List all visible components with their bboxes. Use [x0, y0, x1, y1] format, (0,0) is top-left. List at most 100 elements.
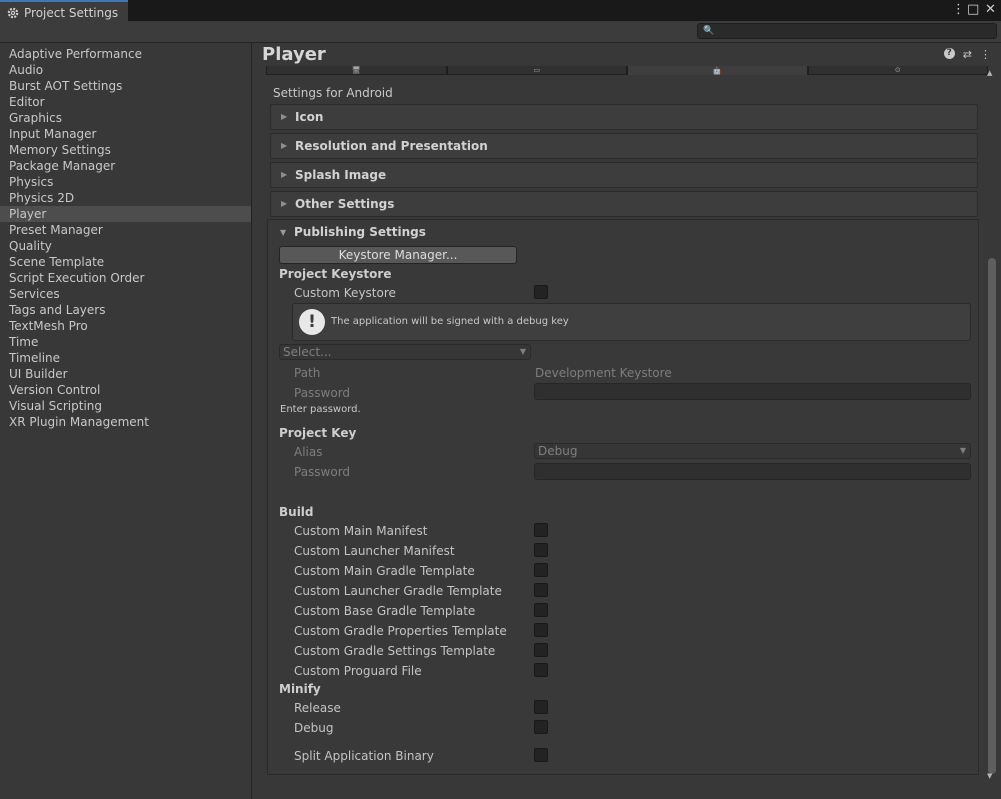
foldout-title: Resolution and Presentation [295, 139, 488, 153]
gear-icon [7, 7, 19, 19]
foldout-title: Icon [295, 110, 324, 124]
sidebar-item-input-manager[interactable]: Input Manager [0, 126, 251, 142]
window-menu-icon[interactable]: ⋮ [952, 2, 965, 18]
keystore-select-dropdown[interactable]: Select... ▼ [279, 344, 531, 360]
warning-icon: ! [299, 309, 325, 335]
sidebar-item-editor[interactable]: Editor [0, 94, 251, 110]
path-label: Path [294, 366, 321, 380]
build-option-label: Custom Launcher Gradle Template [294, 584, 502, 598]
sidebar-item-preset-manager[interactable]: Preset Manager [0, 222, 251, 238]
tab-webgl[interactable]: ▭ [446, 66, 627, 75]
tab-ios[interactable]: ⊙ [807, 66, 988, 75]
key-password-field[interactable] [534, 463, 971, 480]
tab-android[interactable]: 🤖 [627, 66, 808, 75]
custom-proguard-checkbox[interactable] [534, 663, 548, 677]
help-icon[interactable]: ? [943, 48, 955, 59]
foldout-publishing-settings[interactable]: ▼ Publishing Settings [270, 220, 976, 246]
sidebar-item-xr-plugin-management[interactable]: XR Plugin Management [0, 414, 251, 430]
split-binary-checkbox[interactable] [534, 748, 548, 762]
scroll-down-icon[interactable]: ▼ [987, 772, 992, 780]
help-box: ! The application will be signed with a … [292, 303, 971, 341]
alias-label: Alias [294, 445, 323, 459]
custom-keystore-label: Custom Keystore [294, 286, 396, 300]
sidebar-item-scene-template[interactable]: Scene Template [0, 254, 251, 270]
build-option-label: Custom Gradle Properties Template [294, 624, 507, 638]
sidebar-item-burst-aot-settings[interactable]: Burst AOT Settings [0, 78, 251, 94]
sidebar-item-ui-builder[interactable]: UI Builder [0, 366, 251, 382]
arrow-down-icon: ▼ [280, 228, 287, 237]
sidebar-item-time[interactable]: Time [0, 334, 251, 350]
sidebar-item-version-control[interactable]: Version Control [0, 382, 251, 398]
project-key-heading: Project Key [279, 426, 357, 440]
sidebar-item-visual-scripting[interactable]: Visual Scripting [0, 398, 251, 414]
foldout-icon[interactable]: ▶ Icon [270, 104, 978, 130]
sidebar-item-timeline[interactable]: Timeline [0, 350, 251, 366]
context-menu-icon[interactable]: ⋮ [980, 48, 991, 61]
sidebar-item-script-execution-order[interactable]: Script Execution Order [0, 270, 251, 286]
minify-release-checkbox[interactable] [534, 700, 548, 714]
foldout-other-settings[interactable]: ▶ Other Settings [270, 191, 978, 217]
custom-launcher-gradle-checkbox[interactable] [534, 583, 548, 597]
settings-sidebar: Adaptive Performance Audio Burst AOT Setti… [0, 43, 252, 799]
sidebar-list: Adaptive Performance Audio Burst AOT Setti… [0, 46, 251, 430]
foldout-title: Other Settings [295, 197, 395, 211]
scrollbar-thumb[interactable] [988, 258, 996, 774]
sidebar-item-adaptive-performance[interactable]: Adaptive Performance [0, 46, 251, 62]
dropdown-value: Select... [283, 345, 332, 359]
presets-icon[interactable]: ⇄ [963, 48, 972, 61]
build-heading: Build [279, 505, 314, 519]
close-icon[interactable]: ✕ [985, 2, 996, 18]
custom-keystore-checkbox[interactable] [534, 285, 548, 299]
window-tab[interactable]: Project Settings [0, 0, 128, 24]
foldout-resolution[interactable]: ▶ Resolution and Presentation [270, 133, 978, 159]
sidebar-item-player[interactable]: Player [0, 206, 251, 222]
minify-option-label: Debug [294, 721, 334, 735]
sidebar-item-textmesh-pro[interactable]: TextMesh Pro [0, 318, 251, 334]
help-message: The application will be signed with a de… [331, 316, 569, 327]
search-input[interactable]: 🔍 [697, 23, 997, 39]
scroll-up-icon[interactable]: ▲ [987, 69, 992, 77]
custom-launcher-manifest-checkbox[interactable] [534, 543, 548, 557]
arrow-right-icon: ▶ [281, 199, 288, 208]
keystore-password-field[interactable] [534, 383, 971, 400]
foldout-splash-image[interactable]: ▶ Splash Image [270, 162, 978, 188]
project-keystore-heading: Project Keystore [279, 267, 392, 281]
sidebar-item-package-manager[interactable]: Package Manager [0, 158, 251, 174]
page-title: Player [262, 44, 326, 65]
android-icon: 🤖 [712, 67, 722, 75]
sidebar-item-memory-settings[interactable]: Memory Settings [0, 142, 251, 158]
custom-main-manifest-checkbox[interactable] [534, 523, 548, 537]
vertical-scrollbar[interactable]: ▲ ▼ [985, 66, 999, 784]
keystore-manager-button[interactable]: Keystore Manager... [279, 246, 517, 264]
arrow-right-icon: ▶ [281, 170, 288, 179]
window-tab-title: Project Settings [24, 6, 119, 20]
build-option-label: Custom Main Manifest [294, 524, 428, 538]
chevron-down-icon: ▼ [959, 446, 966, 455]
arrow-right-icon: ▶ [281, 141, 288, 150]
sidebar-item-graphics[interactable]: Graphics [0, 110, 251, 126]
toolbar: 🔍 [0, 21, 1001, 43]
minify-debug-checkbox[interactable] [534, 720, 548, 734]
sidebar-item-services[interactable]: Services [0, 286, 251, 302]
key-password-label: Password [294, 465, 351, 479]
build-option-label: Custom Proguard File [294, 664, 422, 678]
maximize-icon[interactable]: □ [967, 2, 979, 18]
dropdown-value: Debug [538, 444, 578, 458]
sidebar-item-audio[interactable]: Audio [0, 62, 251, 78]
keystore-password-label: Password [294, 386, 351, 400]
sidebar-item-physics-2d[interactable]: Physics 2D [0, 190, 251, 206]
sidebar-item-physics[interactable]: Physics [0, 174, 251, 190]
window-titlebar [0, 0, 1001, 21]
tab-standalone[interactable]: 🖥 [266, 66, 447, 75]
custom-gradle-settings-checkbox[interactable] [534, 643, 548, 657]
sidebar-item-tags-and-layers[interactable]: Tags and Layers [0, 302, 251, 318]
custom-main-gradle-checkbox[interactable] [534, 563, 548, 577]
alias-dropdown[interactable]: Debug ▼ [534, 443, 971, 459]
sidebar-item-quality[interactable]: Quality [0, 238, 251, 254]
settings-for-label: Settings for Android [273, 86, 393, 100]
foldout-title: Publishing Settings [294, 225, 426, 239]
custom-gradle-properties-checkbox[interactable] [534, 623, 548, 637]
minify-heading: Minify [279, 682, 321, 696]
custom-base-gradle-checkbox[interactable] [534, 603, 548, 617]
foldout-title: Splash Image [295, 168, 387, 182]
